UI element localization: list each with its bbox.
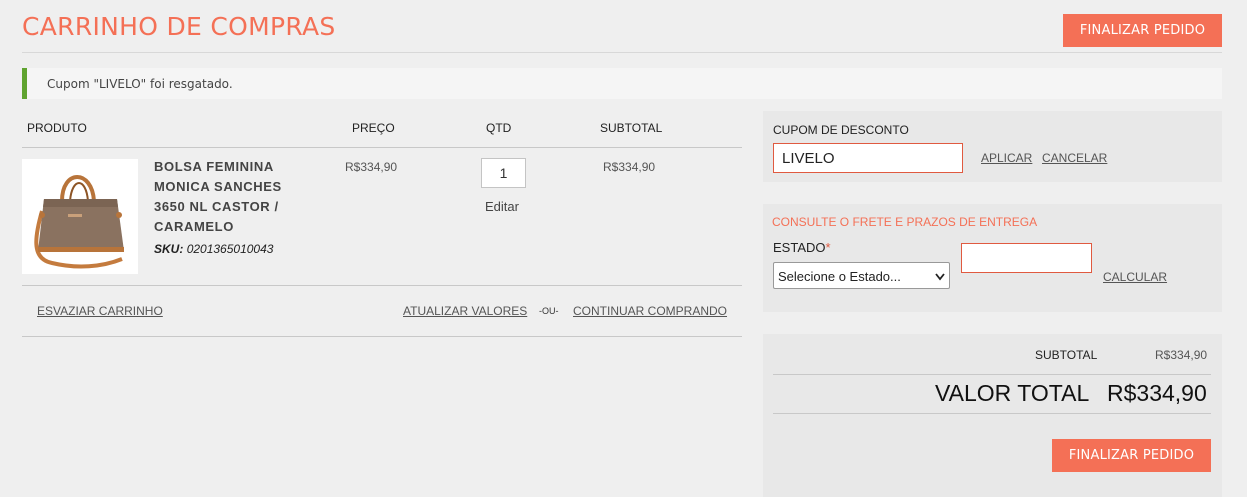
coupon-input-value: LIVELO xyxy=(782,150,835,167)
continue-shopping-link[interactable]: CONTINUAR COMPRANDO xyxy=(573,304,727,318)
item-price: R$334,90 xyxy=(345,160,398,174)
product-sku: SKU: 0201365010043 xyxy=(154,242,273,256)
checkout-button-top[interactable]: FINALIZAR PEDIDO xyxy=(1063,14,1222,47)
state-label: ESTADO* xyxy=(773,240,831,255)
column-header-subtotal: SUBTOTAL xyxy=(600,121,663,135)
item-subtotal: R$334,90 xyxy=(603,160,656,174)
sku-label: SKU: xyxy=(154,242,184,256)
update-values-link[interactable]: ATUALIZAR VALORES xyxy=(403,304,527,318)
product-name-line: MONICA SANCHES xyxy=(154,179,282,194)
total-value: R$334,90 xyxy=(1107,380,1207,406)
row-divider xyxy=(22,285,742,286)
state-select[interactable]: Selecione o Estado... xyxy=(773,262,950,289)
sku-value: 0201365010043 xyxy=(186,242,274,256)
handbag-image xyxy=(34,175,124,269)
subtotal-label: SUBTOTAL xyxy=(1035,348,1098,362)
subtotal-value: R$334,90 xyxy=(1155,348,1208,362)
column-header-qty: QTD xyxy=(486,121,512,135)
edit-item-link[interactable]: Editar xyxy=(485,199,519,214)
column-header-price: PREÇO xyxy=(352,121,395,135)
notice-text: Cupom "LIVELO" foi resgatado. xyxy=(47,77,233,91)
apply-coupon-link[interactable]: APLICAR xyxy=(981,151,1032,165)
product-image[interactable] xyxy=(22,159,138,274)
coupon-input[interactable]: LIVELO xyxy=(773,143,963,173)
product-name-line: CARAMELO xyxy=(154,219,234,234)
checkout-button-bottom[interactable]: FINALIZAR PEDIDO xyxy=(1052,439,1211,472)
cancel-coupon-link[interactable]: CANCELAR xyxy=(1042,151,1107,165)
table-header-divider xyxy=(22,147,742,148)
totals-divider-bottom xyxy=(773,413,1211,414)
chevron-down-icon xyxy=(935,263,945,301)
page-title: CARRINHO DE COMPRAS xyxy=(22,12,336,41)
quantity-input[interactable]: 1 xyxy=(481,158,526,188)
notice-accent-bar xyxy=(22,68,27,99)
state-label-text: ESTADO xyxy=(773,240,826,255)
or-separator: -OU- xyxy=(539,306,559,316)
state-select-value: Selecione o Estado... xyxy=(778,269,901,284)
total-label: VALOR TOTAL xyxy=(935,380,1090,406)
product-name-line: BOLSA FEMININA xyxy=(154,159,274,174)
coupon-label: CUPOM DE DESCONTO xyxy=(773,123,909,137)
required-mark: * xyxy=(825,240,831,255)
header-divider xyxy=(22,52,1222,53)
zip-input[interactable] xyxy=(961,243,1092,273)
empty-cart-link[interactable]: ESVAZIAR CARRINHO xyxy=(37,304,163,318)
coupon-success-notice: Cupom "LIVELO" foi resgatado. xyxy=(22,68,1222,99)
totals-panel xyxy=(763,334,1222,497)
column-header-product: PRODUTO xyxy=(27,121,87,135)
shipping-title: CONSULTE O FRETE E PRAZOS DE ENTREGA xyxy=(772,215,1038,229)
actions-divider xyxy=(22,336,742,337)
calculate-shipping-link[interactable]: CALCULAR xyxy=(1103,270,1167,284)
product-name-line: 3650 NL CASTOR / xyxy=(154,199,279,214)
product-name[interactable]: BOLSA FEMININA MONICA SANCHES 3650 NL CA… xyxy=(154,157,304,237)
totals-divider-top xyxy=(773,374,1211,375)
